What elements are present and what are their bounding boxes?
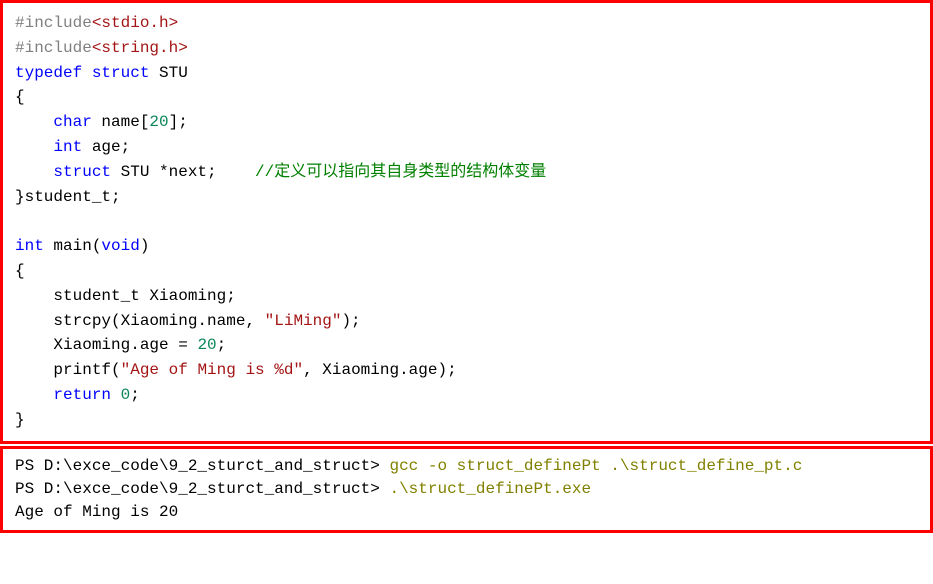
keyword-typedef: typedef <box>15 64 82 82</box>
code-text: ]; <box>169 113 188 131</box>
number: 0 <box>121 386 131 404</box>
keyword-return: return <box>53 386 111 404</box>
keyword-struct: struct <box>53 163 111 181</box>
code-text: main( <box>44 237 102 255</box>
indent <box>15 336 53 354</box>
indent <box>15 312 53 330</box>
space <box>111 386 121 404</box>
string-literal: "LiMing" <box>265 312 342 330</box>
terminal-content: PS D:\exce_code\9_2_sturct_and_struct> g… <box>15 455 918 525</box>
terminal-block: PS D:\exce_code\9_2_sturct_and_struct> g… <box>0 446 933 534</box>
string-literal: "Age of Ming is %d" <box>121 361 303 379</box>
header-file: <stdio.h> <box>92 14 178 32</box>
terminal-command: .\struct_definePt.exe <box>389 480 591 498</box>
terminal-output: Age of Ming is 20 <box>15 503 178 521</box>
preproc: #include <box>15 39 92 57</box>
terminal-prompt: PS D:\exce_code\9_2_sturct_and_struct> <box>15 480 389 498</box>
brace: { <box>15 88 25 106</box>
keyword-int: int <box>53 138 82 156</box>
terminal-command: gcc -o struct_definePt .\struct_define_p… <box>389 457 802 475</box>
terminal-prompt: PS D:\exce_code\9_2_sturct_and_struct> <box>15 457 389 475</box>
preproc: #include <box>15 14 92 32</box>
code-text: age; <box>82 138 130 156</box>
code-text: ); <box>341 312 360 330</box>
code-text: ) <box>140 237 150 255</box>
comment: //定义可以指向其自身类型的结构体变量 <box>255 163 546 181</box>
code-text: name[ <box>92 113 150 131</box>
code-block: #include<stdio.h> #include<string.h> typ… <box>0 0 933 444</box>
brace: } <box>15 411 25 429</box>
header-file: <string.h> <box>92 39 188 57</box>
keyword-struct: struct <box>92 64 150 82</box>
code-text: ; <box>130 386 140 404</box>
code-text: strcpy(Xiaoming.name, <box>53 312 264 330</box>
keyword-void: void <box>101 237 139 255</box>
code-text: printf( <box>53 361 120 379</box>
indent <box>15 113 53 131</box>
code-text: , Xiaoming.age); <box>303 361 457 379</box>
struct-name: STU <box>149 64 187 82</box>
number: 20 <box>149 113 168 131</box>
indent <box>15 163 53 181</box>
indent <box>15 138 53 156</box>
code-text: student_t Xiaoming; <box>53 287 235 305</box>
code-content: #include<stdio.h> #include<string.h> typ… <box>15 11 918 433</box>
container: #include<stdio.h> #include<string.h> typ… <box>0 0 933 533</box>
code-text: Xiaoming.age = <box>53 336 197 354</box>
indent <box>15 386 53 404</box>
code-text: ; <box>217 336 227 354</box>
number: 20 <box>197 336 216 354</box>
keyword-char: char <box>53 113 91 131</box>
indent <box>15 287 53 305</box>
code-text: }student_t; <box>15 188 121 206</box>
keyword-int: int <box>15 237 44 255</box>
code-text: STU *next; <box>111 163 255 181</box>
brace: { <box>15 262 25 280</box>
indent <box>15 361 53 379</box>
